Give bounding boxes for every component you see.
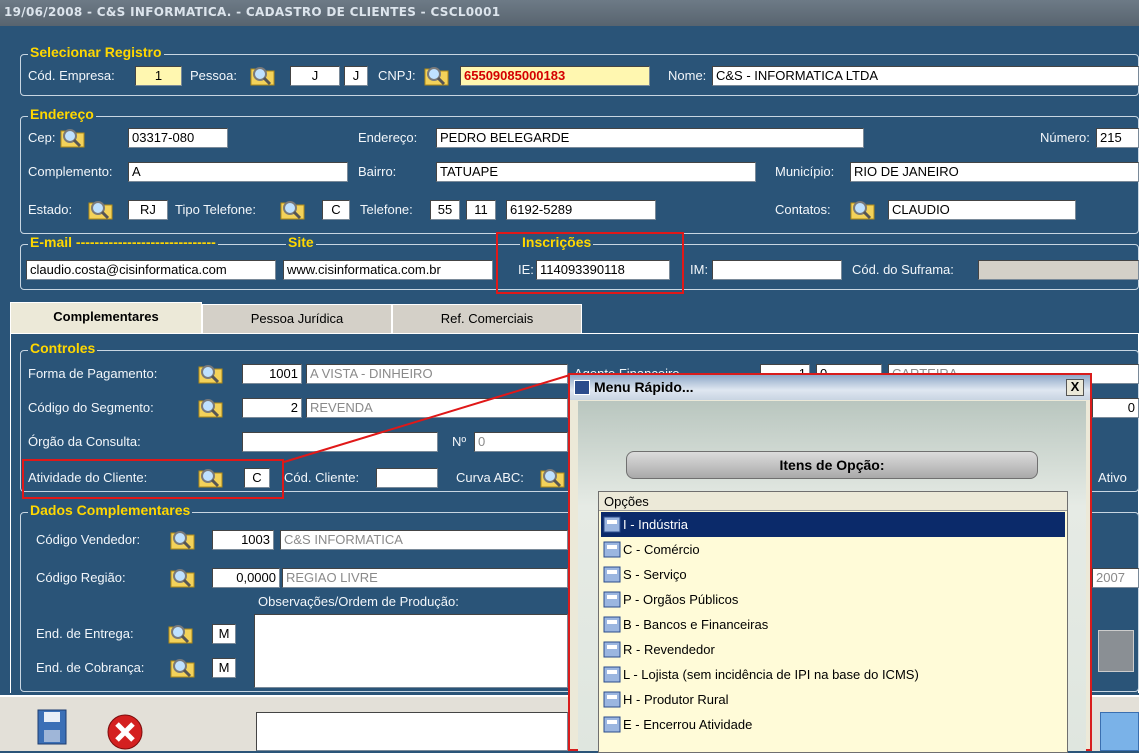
regiao-code[interactable]: 0,0000	[212, 568, 280, 588]
item-icon	[603, 641, 621, 658]
item-icon	[603, 566, 621, 583]
regiao-desc: REGIAO LIVRE	[282, 568, 568, 588]
vendedor-desc: C&S INFORMATICA	[280, 530, 568, 550]
cobranca-label: End. de Cobrança:	[36, 660, 145, 675]
quick-menu-body: Itens de Opção: Opções I - Indústria C -…	[578, 401, 1086, 753]
list-item[interactable]: E - Encerrou Atividade	[601, 712, 1065, 737]
list-item-label: L - Lojista (sem incidência de IPI na ba…	[623, 667, 919, 682]
entrega-lookup-icon[interactable]	[168, 621, 194, 645]
item-icon	[603, 666, 621, 683]
refresh-icon[interactable]	[1100, 712, 1139, 751]
list-item[interactable]: L - Lojista (sem incidência de IPI na ba…	[601, 662, 1065, 687]
list-item[interactable]: S - Serviço	[601, 562, 1065, 587]
regiao-label: Código Região:	[36, 570, 126, 585]
item-icon	[603, 691, 621, 708]
vendedor-code[interactable]: 1003	[212, 530, 274, 550]
list-item[interactable]: I - Indústria	[601, 512, 1065, 537]
entrega-field[interactable]: M	[212, 624, 236, 644]
observacoes-field[interactable]	[254, 614, 568, 688]
options-list: Opções I - Indústria C - Comércio S - Se…	[598, 491, 1068, 753]
item-icon	[603, 516, 621, 533]
list-item[interactable]: R - Revendedor	[601, 637, 1065, 662]
list-item[interactable]: B - Bancos e Financeiras	[601, 612, 1065, 637]
list-item[interactable]: H - Produtor Rural	[601, 687, 1065, 712]
regiao-right-field: 2007	[1092, 568, 1139, 588]
list-item[interactable]: P - Orgãos Públicos	[601, 587, 1065, 612]
list-item-label: C - Comércio	[623, 542, 700, 557]
list-item-label: B - Bancos e Financeiras	[623, 617, 769, 632]
observacoes-label: Observações/Ordem de Produção:	[258, 594, 459, 609]
entrega-label: End. de Entrega:	[36, 626, 134, 641]
cobranca-lookup-icon[interactable]	[170, 655, 196, 679]
cobranca-field[interactable]: M	[212, 658, 236, 678]
regiao-lookup-icon[interactable]	[170, 565, 196, 589]
list-item-label: H - Produtor Rural	[623, 692, 729, 707]
options-header: Itens de Opção:	[626, 451, 1038, 479]
quick-menu-title: Menu Rápido...	[570, 375, 1090, 400]
list-item[interactable]: C - Comércio	[601, 537, 1065, 562]
app-icon	[574, 380, 590, 395]
vendedor-lookup-icon[interactable]	[170, 527, 196, 551]
item-icon	[603, 616, 621, 633]
quick-menu-dialog: Menu Rápido... X Itens de Opção: Opções …	[568, 373, 1092, 753]
save-icon[interactable]	[36, 706, 70, 746]
list-item-label: I - Indústria	[623, 517, 689, 532]
cancel-icon[interactable]	[106, 712, 144, 750]
status-field	[256, 712, 568, 751]
item-icon	[603, 591, 621, 608]
close-button[interactable]: X	[1066, 379, 1084, 396]
dados-title: Dados Complementares	[28, 502, 193, 518]
list-item-label: E - Encerrou Atividade	[623, 717, 753, 732]
item-icon	[603, 541, 621, 558]
list-item-label: S - Serviço	[623, 567, 687, 582]
options-column-header[interactable]: Opções	[599, 492, 1067, 511]
vehicle-image-icon	[1098, 630, 1134, 672]
vendedor-label: Código Vendedor:	[36, 532, 141, 547]
list-item-label: P - Orgãos Públicos	[623, 592, 739, 607]
item-icon	[603, 716, 621, 733]
list-item-label: R - Revendedor	[623, 642, 715, 657]
